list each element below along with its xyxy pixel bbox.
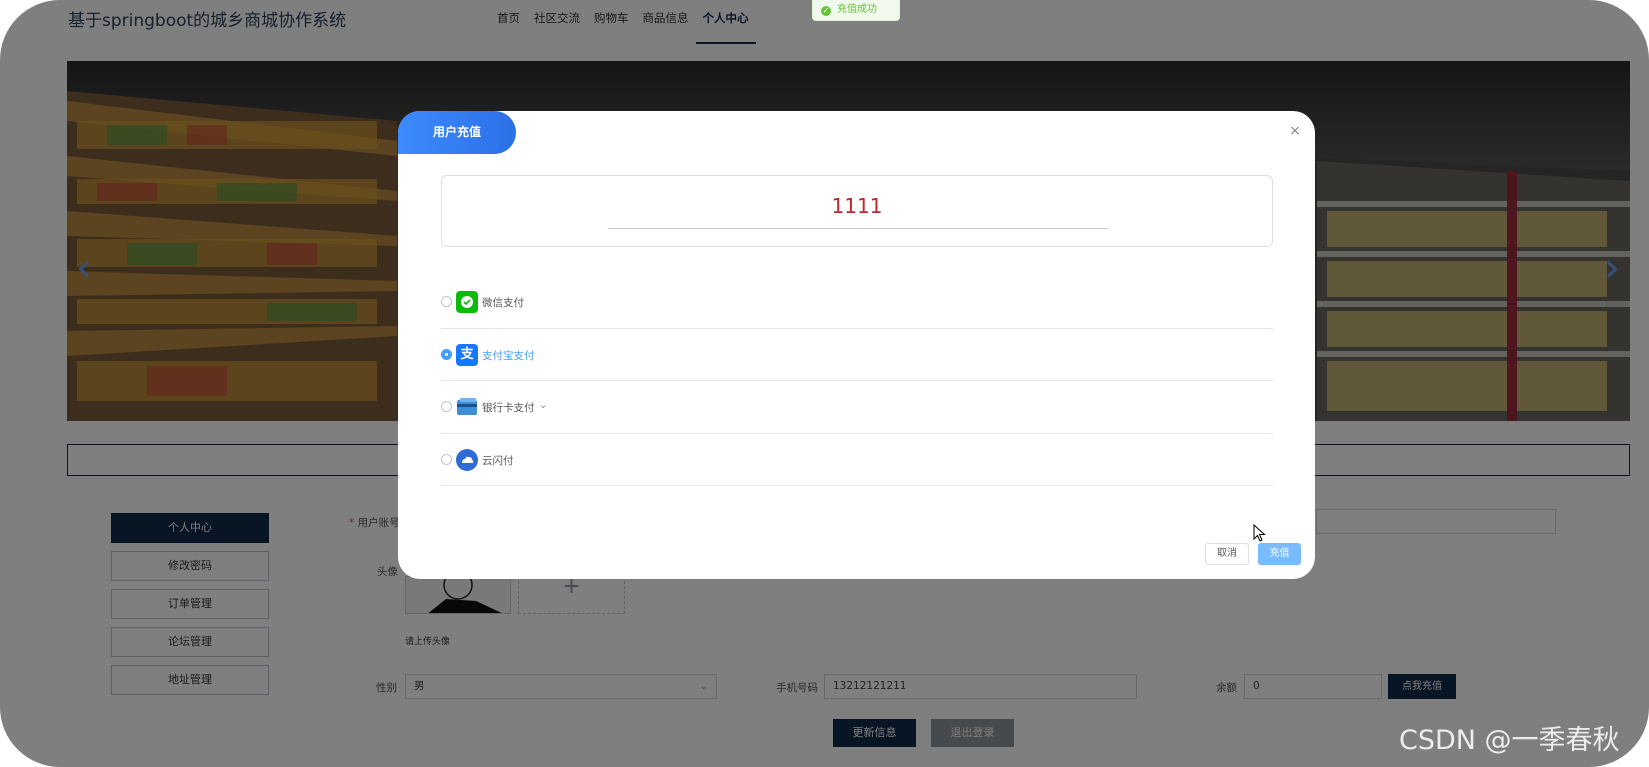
payment-option-wechat[interactable]: 微信支付 — [441, 276, 1273, 329]
amount-value: 1111 — [831, 194, 883, 218]
radio-unionpay[interactable] — [441, 453, 452, 465]
success-toast: ✓ 充值成功 — [812, 0, 900, 21]
amount-underline — [608, 228, 1108, 229]
bank-card-icon — [456, 396, 478, 418]
watermark: CSDN @一季春秋 — [1399, 725, 1620, 756]
payment-option-alipay[interactable]: 支 支付宝支付 — [441, 329, 1273, 381]
success-check-icon: ✓ — [821, 6, 831, 16]
cancel-button[interactable]: 取消 — [1205, 543, 1249, 565]
app-frame: 基于springboot的城乡商城协作系统 首页 社区交流 购物车 商品信息 个… — [0, 0, 1649, 767]
payment-option-bank-card[interactable]: 银行卡支付 ⌄ — [441, 381, 1273, 434]
payment-label-wechat: 微信支付 — [482, 297, 524, 309]
payment-option-unionpay[interactable]: 云闪付 — [441, 434, 1273, 486]
confirm-recharge-button[interactable]: 充值 — [1258, 543, 1301, 565]
unionpay-cloud-icon — [456, 448, 478, 471]
mouse-cursor-icon — [1253, 524, 1266, 542]
toast-text: 充值成功 — [837, 4, 877, 15]
recharge-dialog: 用户充值 × 1111 微信支付 支 支付宝支付 银行卡支付 ⌄ 云闪付 取消 … — [398, 111, 1315, 579]
payment-label-bank-card: 银行卡支付 — [482, 402, 535, 414]
radio-wechat[interactable] — [441, 296, 452, 307]
wechat-pay-icon — [456, 291, 478, 313]
alipay-icon: 支 — [456, 343, 478, 366]
close-icon[interactable]: × — [1287, 123, 1303, 139]
payment-label-alipay: 支付宝支付 — [482, 349, 535, 362]
payment-method-list: 微信支付 支 支付宝支付 银行卡支付 ⌄ 云闪付 — [441, 276, 1273, 486]
radio-bank-card[interactable] — [441, 401, 452, 412]
amount-field[interactable]: 1111 — [441, 175, 1273, 247]
radio-alipay[interactable] — [441, 348, 452, 360]
dialog-title: 用户充值 — [398, 111, 516, 154]
chevron-down-icon[interactable]: ⌄ — [539, 400, 547, 411]
payment-label-unionpay: 云闪付 — [482, 454, 514, 467]
